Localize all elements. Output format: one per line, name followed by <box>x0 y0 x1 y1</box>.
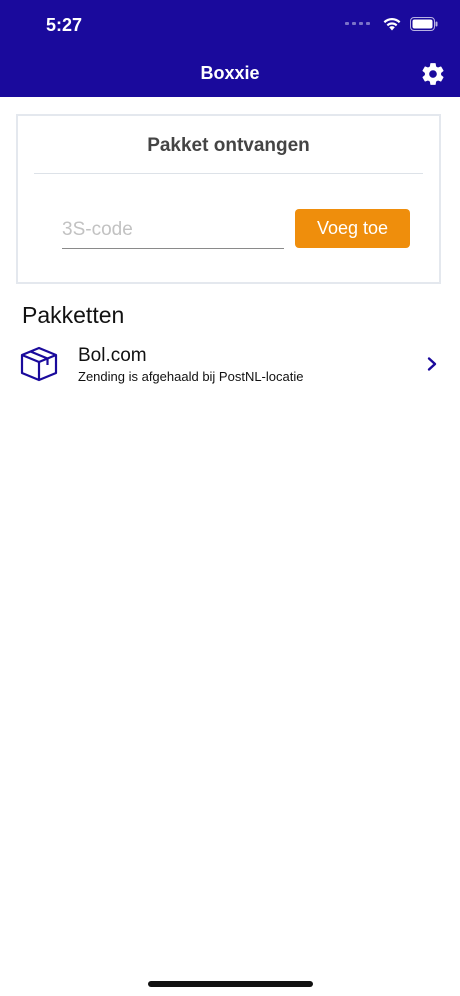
code-input[interactable] <box>62 212 284 249</box>
battery-icon <box>410 16 438 31</box>
card-divider <box>34 173 423 174</box>
package-box-icon <box>20 346 58 382</box>
add-button[interactable]: Voeg toe <box>295 209 410 248</box>
packages-section-title: Pakketten <box>22 302 125 328</box>
package-status: Zending is afgehaald bij PostNL-locatie <box>78 369 304 384</box>
cellular-signal-icon <box>345 22 370 25</box>
receive-package-card: Pakket ontvangen Voeg toe <box>16 114 441 284</box>
card-title: Pakket ontvangen <box>147 135 310 156</box>
package-name: Bol.com <box>78 345 147 366</box>
home-indicator[interactable] <box>148 981 313 987</box>
wifi-icon <box>383 17 401 31</box>
chevron-right-icon <box>427 357 437 371</box>
app-header: 5:27 Boxxie <box>0 0 460 97</box>
package-list-item[interactable]: Bol.com Zending is afgehaald bij PostNL-… <box>0 340 460 390</box>
app-screen: 5:27 Boxxie Pakket ontvangen Voeg toe <box>0 0 460 996</box>
gear-icon[interactable] <box>420 61 446 87</box>
app-title: Boxxie <box>200 63 260 83</box>
status-icons <box>345 16 438 31</box>
status-time: 5:27 <box>46 15 83 35</box>
